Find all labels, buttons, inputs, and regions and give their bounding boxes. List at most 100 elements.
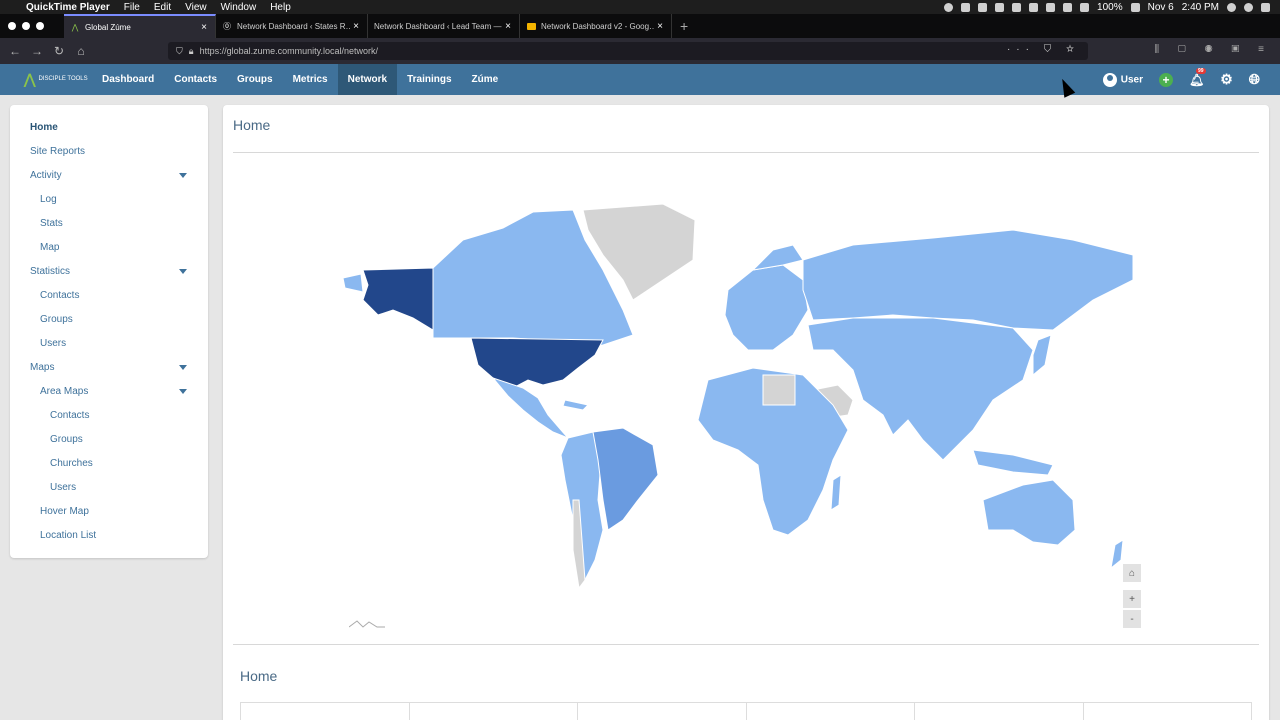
toolbar-icons[interactable]: ⫼ ▢ ◉ ▣ ≡ <box>1154 44 1272 55</box>
sidebar-item-maps[interactable]: Maps <box>30 357 54 377</box>
map-region-brazil[interactable] <box>592 427 659 531</box>
settings-gear-icon[interactable]: ⚙ <box>1220 71 1233 88</box>
nav-trainings[interactable]: Trainings <box>397 64 461 95</box>
map-region-new-zealand[interactable] <box>1110 539 1124 570</box>
bluetooth-icon[interactable] <box>1046 2 1056 12</box>
amcharts-logo-icon <box>349 620 385 628</box>
sidebar-item-site-reports[interactable]: Site Reports <box>30 141 85 161</box>
minimize-window-button[interactable] <box>22 22 30 30</box>
menu-window[interactable]: Window <box>221 2 257 13</box>
tab-global-zume[interactable]: ⋀ Global Zúme × <box>64 14 216 38</box>
nav-dashboard[interactable]: Dashboard <box>92 64 164 95</box>
language-globe-icon[interactable]: 🌐︎ <box>1249 71 1260 88</box>
tab-network-dashboard-lead-team[interactable]: Network Dashboard ‹ Lead Team — × <box>368 14 520 38</box>
map-region-europe[interactable] <box>724 264 809 351</box>
sidebar-item-log[interactable]: Log <box>40 189 57 209</box>
nav-contacts[interactable]: Contacts <box>164 64 227 95</box>
screen-icon[interactable] <box>1012 2 1022 12</box>
activity-caret-icon[interactable] <box>179 173 187 178</box>
nav-groups[interactable]: Groups <box>227 64 283 95</box>
sidebar-item-statistics-users[interactable]: Users <box>40 333 66 353</box>
menu-file[interactable]: File <box>124 2 140 13</box>
grid-icon[interactable] <box>978 2 988 12</box>
area-maps-caret-icon[interactable] <box>179 389 187 394</box>
close-window-button[interactable] <box>8 22 16 30</box>
map-zoom-in-button[interactable]: + <box>1123 590 1141 608</box>
siri-icon[interactable] <box>1244 2 1253 12</box>
map-home-button[interactable]: ⌂ <box>1123 564 1141 582</box>
sidebar-item-stats[interactable]: Stats <box>40 213 63 233</box>
notifications-bell-icon[interactable]: 🔔︎ 99 <box>1189 67 1206 87</box>
search-icon[interactable] <box>1227 2 1236 12</box>
world-choropleth-map[interactable] <box>333 200 1148 600</box>
lock-icon[interactable]: 🔒︎ <box>189 46 194 57</box>
map-region-scandinavia[interactable] <box>751 244 804 271</box>
menu-help[interactable]: Help <box>270 2 291 13</box>
nav-network[interactable]: Network <box>337 64 398 95</box>
sidebar-item-hover-map[interactable]: Hover Map <box>40 501 89 521</box>
sidebar-item-area-groups[interactable]: Groups <box>50 429 83 449</box>
close-tab-icon[interactable]: × <box>503 21 513 32</box>
map-region-australia[interactable] <box>982 479 1076 546</box>
menu-edit[interactable]: Edit <box>154 2 171 13</box>
airplay-icon[interactable] <box>1029 2 1039 12</box>
time-label[interactable]: 2:40 PM <box>1182 2 1219 13</box>
sidebar-item-location-list[interactable]: Location List <box>40 525 96 545</box>
forward-icon[interactable]: → <box>26 44 48 58</box>
zoom-window-button[interactable] <box>36 22 44 30</box>
app-menu[interactable]: QuickTime Player <box>26 2 110 13</box>
tracking-shield-icon[interactable]: ⛉ <box>176 46 183 57</box>
add-new-button[interactable]: + <box>1159 72 1173 87</box>
battery-label[interactable]: 100% <box>1097 2 1123 13</box>
address-bar[interactable]: ⛉ 🔒︎ https://global.zume.community.local… <box>168 42 1088 60</box>
control-center-icon[interactable] <box>1261 2 1270 12</box>
dropbox-icon[interactable] <box>961 2 971 12</box>
user-menu[interactable]: User <box>1102 72 1143 87</box>
volume-icon[interactable] <box>1080 2 1090 12</box>
statistics-caret-icon[interactable] <box>179 269 187 274</box>
sidebar-item-area-maps[interactable]: Area Maps <box>40 381 88 401</box>
map-region-caribbean[interactable] <box>562 399 590 411</box>
map-region-west-pacific[interactable] <box>342 273 364 293</box>
sidebar-item-statistics[interactable]: Statistics <box>30 261 70 281</box>
close-tab-icon[interactable]: × <box>199 22 209 33</box>
new-tab-button[interactable]: + <box>672 14 696 38</box>
close-tab-icon[interactable]: × <box>655 21 665 32</box>
tab-network-dashboard-states[interactable]: ⓪ Network Dashboard ‹ States R… × <box>216 14 368 38</box>
sidebar-item-area-churches[interactable]: Churches <box>50 453 93 473</box>
sidebar-item-area-users[interactable]: Users <box>50 477 76 497</box>
map-region-alaska[interactable] <box>362 267 434 331</box>
map-region-russia[interactable] <box>802 229 1134 331</box>
disciple-tools-logo[interactable]: ⋀ DISCIPLE TOOLS <box>0 64 92 95</box>
back-icon[interactable]: ← <box>4 44 26 58</box>
sidebar-item-area-contacts[interactable]: Contacts <box>50 405 89 425</box>
map-region-usa[interactable] <box>470 337 604 389</box>
reload-icon[interactable]: ↻ <box>48 44 70 58</box>
map-region-madagascar[interactable] <box>830 474 842 511</box>
close-tab-icon[interactable]: × <box>351 21 361 32</box>
menu-view[interactable]: View <box>185 2 207 13</box>
date-label[interactable]: Nov 6 <box>1148 2 1174 13</box>
sidebar-item-activity[interactable]: Activity <box>30 165 62 185</box>
maps-caret-icon[interactable] <box>179 365 187 370</box>
record-icon[interactable] <box>944 2 954 12</box>
wifi-icon[interactable] <box>1063 2 1073 12</box>
sidebar-item-statistics-groups[interactable]: Groups <box>40 309 73 329</box>
sidebar-item-map[interactable]: Map <box>40 237 59 257</box>
logo-mark-icon: ⋀ <box>24 71 36 87</box>
nav-zume[interactable]: Zúme <box>462 64 509 95</box>
summary-cell <box>747 703 915 720</box>
tab-network-dashboard-v2[interactable]: Network Dashboard v2 - Goog… × <box>520 14 672 38</box>
sidebar-item-statistics-contacts[interactable]: Contacts <box>40 285 79 305</box>
home-icon[interactable]: ⌂ <box>70 44 92 58</box>
sidebar-item-home[interactable]: Home <box>30 117 58 137</box>
map-region-southeast-asia[interactable] <box>972 449 1054 476</box>
cloud-icon[interactable] <box>995 2 1005 12</box>
map-region-north-africa-no-data[interactable] <box>762 374 796 406</box>
nav-metrics[interactable]: Metrics <box>283 64 338 95</box>
map-region-mexico[interactable] <box>491 376 569 439</box>
page-actions[interactable]: ··· ⛉ ☆ <box>1007 44 1080 55</box>
summary-cell <box>241 703 410 720</box>
map-region-japan[interactable] <box>1032 334 1052 377</box>
map-zoom-out-button[interactable]: - <box>1123 610 1141 628</box>
